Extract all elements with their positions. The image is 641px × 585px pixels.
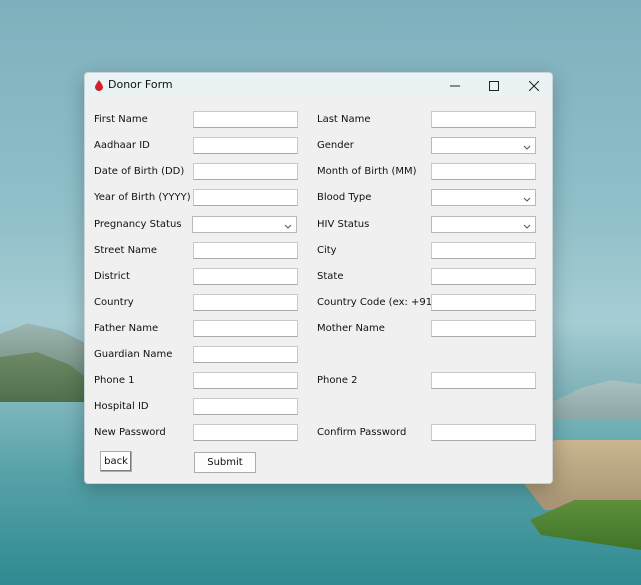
phone1-field[interactable] xyxy=(193,372,298,389)
hiv-status-label: HIV Status xyxy=(317,219,370,230)
dob-day-label: Date of Birth (DD) xyxy=(94,166,185,177)
blood-drop-icon xyxy=(94,79,103,91)
dob-year-label: Year of Birth (YYYY) xyxy=(94,192,191,203)
dob-month-field[interactable] xyxy=(431,163,536,180)
pregnancy-status-select[interactable] xyxy=(192,216,297,233)
aadhaar-id-field[interactable] xyxy=(193,137,298,154)
father-name-field[interactable] xyxy=(193,320,298,337)
hospital-id-field[interactable] xyxy=(193,398,298,415)
close-button[interactable] xyxy=(514,73,552,98)
new-password-field[interactable] xyxy=(193,424,298,441)
country-code-field[interactable] xyxy=(431,294,536,311)
country-code-label: Country Code (ex: +91) xyxy=(317,297,437,308)
state-field[interactable] xyxy=(431,268,536,285)
mother-name-label: Mother Name xyxy=(317,323,385,334)
first-name-label: First Name xyxy=(94,114,148,125)
minimize-icon xyxy=(450,76,460,95)
blood-type-label: Blood Type xyxy=(317,192,372,203)
father-name-label: Father Name xyxy=(94,323,159,334)
window-title: Donor Form xyxy=(108,78,173,91)
phone2-label: Phone 2 xyxy=(317,375,358,386)
mother-name-field[interactable] xyxy=(431,320,536,337)
street-name-label: Street Name xyxy=(94,245,158,256)
district-label: District xyxy=(94,271,130,282)
last-name-field[interactable] xyxy=(431,111,536,128)
dob-month-label: Month of Birth (MM) xyxy=(317,166,417,177)
confirm-password-field[interactable] xyxy=(431,424,536,441)
chevron-down-icon xyxy=(522,191,532,204)
close-icon xyxy=(528,76,540,95)
district-field[interactable] xyxy=(193,268,298,285)
phone1-label: Phone 1 xyxy=(94,375,135,386)
hospital-id-label: Hospital ID xyxy=(94,401,149,412)
blood-type-select[interactable] xyxy=(431,189,536,206)
last-name-label: Last Name xyxy=(317,114,371,125)
city-field[interactable] xyxy=(431,242,536,259)
city-label: City xyxy=(317,245,337,256)
pregnancy-status-label: Pregnancy Status xyxy=(94,219,182,230)
guardian-name-field[interactable] xyxy=(193,346,298,363)
maximize-button[interactable] xyxy=(474,73,514,98)
hiv-status-select[interactable] xyxy=(431,216,536,233)
confirm-password-label: Confirm Password xyxy=(317,427,407,438)
donor-form-window: Donor Form First Name Last Name Aadhaar … xyxy=(84,72,553,484)
gender-label: Gender xyxy=(317,140,354,151)
dob-day-field[interactable] xyxy=(193,163,298,180)
minimize-button[interactable] xyxy=(435,73,475,98)
aadhaar-id-label: Aadhaar ID xyxy=(94,140,150,151)
new-password-label: New Password xyxy=(94,427,166,438)
dob-year-field[interactable] xyxy=(193,189,298,206)
chevron-down-icon xyxy=(522,218,532,231)
state-label: State xyxy=(317,271,344,282)
guardian-name-label: Guardian Name xyxy=(94,349,173,360)
chevron-down-icon xyxy=(283,218,293,231)
country-field[interactable] xyxy=(193,294,298,311)
submit-button[interactable]: Submit xyxy=(194,452,256,473)
first-name-field[interactable] xyxy=(193,111,298,128)
maximize-icon xyxy=(489,76,499,95)
title-bar[interactable]: Donor Form xyxy=(85,73,552,98)
country-label: Country xyxy=(94,297,134,308)
chevron-down-icon xyxy=(522,139,532,152)
gender-select[interactable] xyxy=(431,137,536,154)
back-button[interactable]: back xyxy=(100,451,132,472)
phone2-field[interactable] xyxy=(431,372,536,389)
street-name-field[interactable] xyxy=(193,242,298,259)
